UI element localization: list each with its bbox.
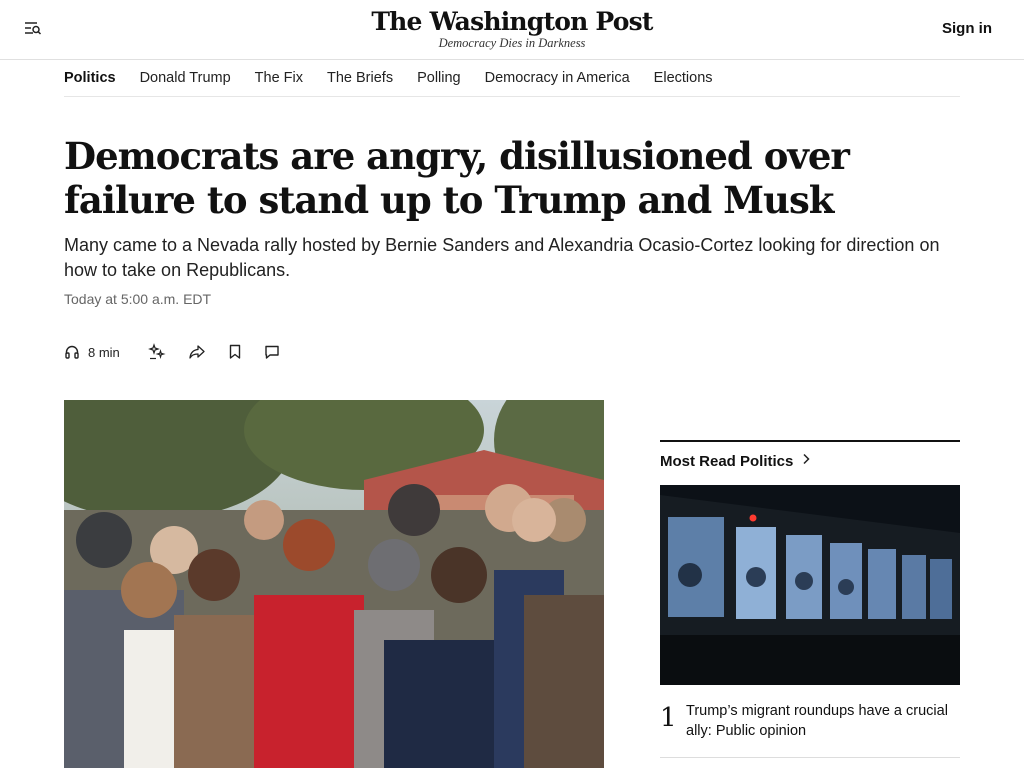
nav-item-democracy-in-america[interactable]: Democracy in America xyxy=(485,70,630,86)
story-title: Trump’s migrant roundups have a crucial … xyxy=(686,703,948,739)
story-rank: 1 xyxy=(660,703,677,733)
most-read-sidebar: Most Read Politics 1 Trump’s migrant rou… xyxy=(660,440,960,758)
bookmark-button[interactable] xyxy=(228,344,242,360)
nav-item-polling[interactable]: Polling xyxy=(417,70,461,86)
article-toolbar: 8 min xyxy=(64,341,302,363)
nav-item-donald-trump[interactable]: Donald Trump xyxy=(140,70,231,86)
article-headline: Democrats are angry, disillusioned over … xyxy=(64,134,850,222)
comments-button[interactable] xyxy=(264,344,280,360)
share-icon xyxy=(188,344,206,360)
most-read-photo[interactable] xyxy=(660,485,960,685)
nav-item-the-briefs[interactable]: The Briefs xyxy=(327,70,393,86)
comment-icon xyxy=(264,344,280,360)
signin-button[interactable]: Sign in xyxy=(942,20,992,37)
article-timestamp: Today at 5:00 a.m. EDT xyxy=(64,291,212,307)
most-read-story[interactable]: 1 Trump’s migrant roundups have a crucia… xyxy=(660,701,960,741)
logo-tagline: Democracy Dies in Darkness xyxy=(438,36,586,50)
site-logo[interactable]: The Washington Post Democracy Dies in Da… xyxy=(0,7,1024,51)
sparkle-icon xyxy=(147,343,166,361)
most-read-header[interactable]: Most Read Politics xyxy=(660,451,960,471)
nav-item-elections[interactable]: Elections xyxy=(654,70,713,86)
article-dek: Many came to a Nevada rally hosted by Be… xyxy=(64,235,940,280)
share-button[interactable] xyxy=(188,344,206,360)
section-nav: Politics Donald Trump The Fix The Briefs… xyxy=(64,60,960,97)
summary-button[interactable] xyxy=(147,343,166,361)
logo-name: The Washington Post xyxy=(371,7,653,36)
bookmark-icon xyxy=(228,344,242,360)
most-read-title: Most Read Politics xyxy=(660,452,794,470)
story-divider xyxy=(660,757,960,758)
listen-button[interactable]: 8 min xyxy=(64,344,120,360)
site-header: The Washington Post Democracy Dies in Da… xyxy=(0,0,1024,60)
nav-item-the-fix[interactable]: The Fix xyxy=(255,70,303,86)
headphones-icon xyxy=(64,344,80,360)
nav-item-politics[interactable]: Politics xyxy=(64,70,116,86)
listen-duration: 8 min xyxy=(88,344,120,360)
lead-photo[interactable] xyxy=(64,400,604,768)
chevron-right-icon xyxy=(802,452,810,470)
